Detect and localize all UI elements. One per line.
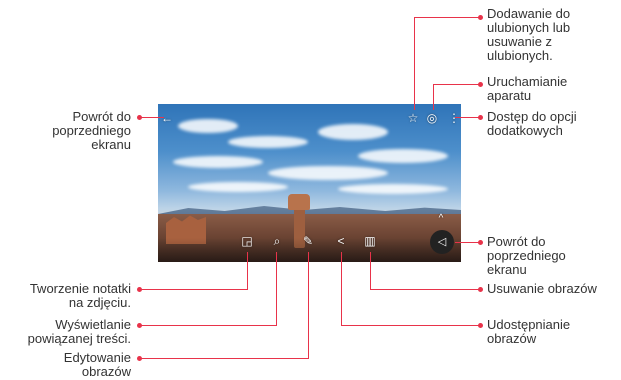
leader-line xyxy=(455,242,480,243)
leader-dot xyxy=(478,287,483,292)
edit-icon[interactable]: ✎ xyxy=(301,234,315,248)
annotation-camera: Uruchamianie aparatu xyxy=(487,74,568,103)
chevron-up-icon[interactable]: ^ xyxy=(434,212,448,226)
annotation-more-options: Dostęp do opcji dodatkowych xyxy=(487,109,577,138)
leader-line xyxy=(140,325,277,326)
leader-line xyxy=(341,325,480,326)
leader-line xyxy=(433,84,434,110)
cloud xyxy=(318,124,388,140)
leader-line xyxy=(414,17,480,18)
back-nav-button[interactable]: ◁ xyxy=(430,230,454,254)
leader-line xyxy=(140,358,309,359)
leader-dot xyxy=(478,115,483,120)
leader-dot xyxy=(478,82,483,87)
cloud xyxy=(178,119,238,133)
back-arrow-icon[interactable]: ← xyxy=(160,111,174,125)
delete-icon[interactable]: ▥ xyxy=(363,234,377,248)
star-icon[interactable]: ☆ xyxy=(406,111,420,125)
camera-icon[interactable]: ◎ xyxy=(425,111,439,125)
cloud xyxy=(268,166,388,180)
leader-line xyxy=(414,17,415,110)
cloud xyxy=(188,182,288,192)
leader-dot xyxy=(137,356,142,361)
gallery-photo-view: ← ☆ ◎ ⋮ ^ ◲ ⌕ ✎ < ▥ ◁ xyxy=(158,104,461,262)
cloud xyxy=(173,156,263,168)
leader-line xyxy=(433,84,480,85)
leader-dot xyxy=(478,323,483,328)
cloud xyxy=(228,136,308,148)
share-icon[interactable]: < xyxy=(334,234,348,248)
leader-line xyxy=(140,117,164,118)
annotation-share: Udostępnianie obrazów xyxy=(487,317,571,346)
leader-line xyxy=(455,117,480,118)
annotation-delete: Usuwanie obrazów xyxy=(487,281,597,296)
cloud xyxy=(358,149,448,163)
annotation-back-bottom: Powrót do poprzedniego ekranu xyxy=(487,234,566,277)
annotation-edit: Edytowanie obrazów xyxy=(63,350,131,379)
cloud xyxy=(338,184,448,194)
annotation-note: Tworzenie notatki na zdjęciu. xyxy=(29,281,131,310)
leader-dot xyxy=(478,15,483,20)
leader-line xyxy=(341,252,342,325)
rock-pillar-cap xyxy=(288,194,310,210)
leader-line xyxy=(276,252,277,325)
leader-dot xyxy=(137,323,142,328)
leader-line xyxy=(370,252,371,289)
leader-line xyxy=(140,289,248,290)
more-options-icon[interactable]: ⋮ xyxy=(447,111,461,125)
leader-dot xyxy=(137,115,142,120)
annotation-related: Wyświetlanie powiązanej treści. xyxy=(27,317,131,346)
annotation-favourite: Dodawanie do ulubionych lub usuwanie z u… xyxy=(487,6,571,63)
leader-line xyxy=(247,252,248,289)
leader-dot xyxy=(478,240,483,245)
leader-line xyxy=(370,289,480,290)
annotation-back-top: Powrót do poprzedniego ekranu xyxy=(52,109,131,152)
related-content-icon[interactable]: ⌕ xyxy=(270,234,284,248)
leader-line xyxy=(308,252,309,358)
note-icon[interactable]: ◲ xyxy=(240,234,254,248)
leader-dot xyxy=(137,287,142,292)
